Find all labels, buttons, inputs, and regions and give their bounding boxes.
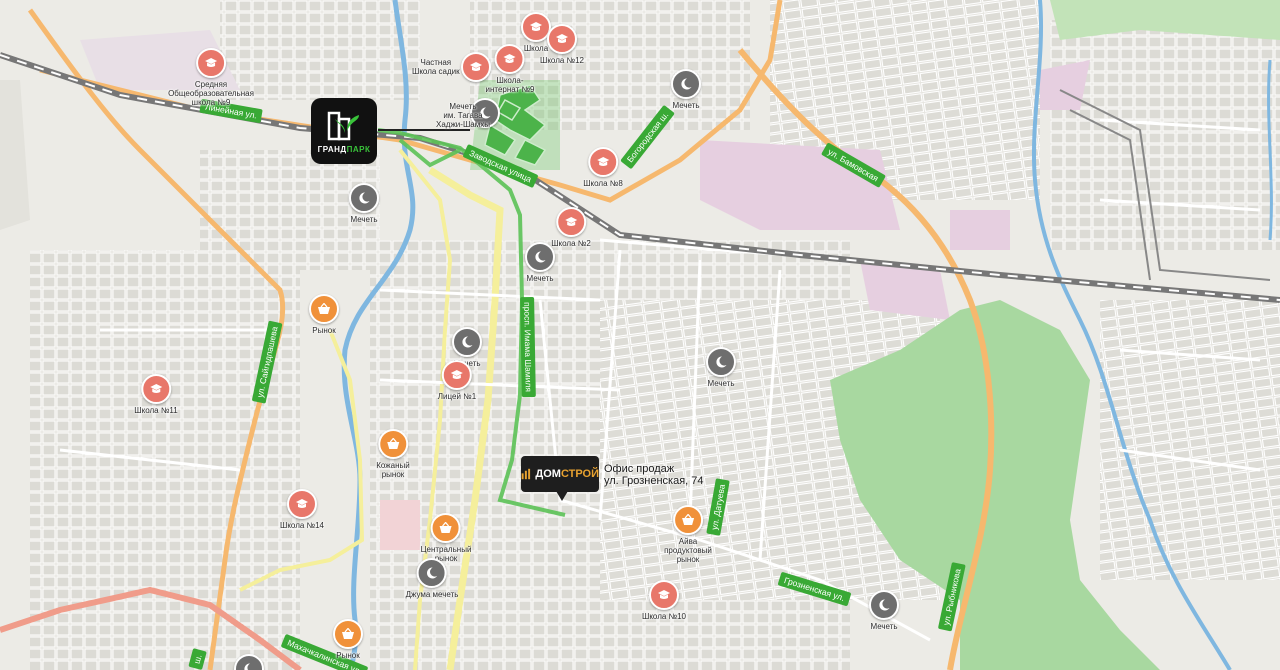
graduation-cap-icon: [450, 370, 463, 379]
poi-label: Частная Школа садик: [412, 58, 460, 76]
poi-mosque[interactable]: Джума мечеть: [405, 558, 459, 599]
poi-school[interactable]: Средняя Общеобразовательная школа №9: [168, 48, 254, 107]
crescent-moon-icon: [879, 599, 890, 611]
poi-label: Джума мечеть: [405, 590, 459, 599]
city-map[interactable]: ГРАНДПАРК ДОМСТРОЙ Офис продаж ул. Грозн…: [0, 0, 1280, 670]
sales-office-caption: Офис продаж ул. Грозненская, 74: [604, 463, 704, 487]
graduation-cap-icon: [504, 54, 516, 63]
basket-icon: [342, 628, 354, 639]
street-label: просп. Имама Шамиля: [520, 296, 536, 398]
graduation-cap-icon: [596, 157, 609, 166]
poi-label: Школа №10: [641, 612, 687, 621]
crescent-moon-icon: [716, 356, 727, 368]
crescent-moon-icon: [535, 251, 546, 263]
poi-mosque[interactable]: Мечеть: [869, 590, 899, 631]
poi-market[interactable]: Айва продуктовый рынок: [664, 505, 712, 564]
graduation-cap-icon: [295, 499, 308, 508]
poi-school[interactable]: Школа №8: [583, 147, 623, 188]
poi-label: Рынок: [312, 326, 336, 335]
domstroy-marker[interactable]: ДОМСТРОЙ: [521, 456, 599, 492]
basket-icon: [439, 522, 452, 533]
poi-label: Школа №12: [539, 56, 585, 65]
poi-school[interactable]: Школа №12: [540, 24, 584, 65]
poi-label: Школа №14: [279, 521, 325, 530]
sales-office-title: Офис продаж: [604, 463, 675, 475]
poi-label: Мечеть: [870, 622, 898, 631]
basket-icon: [387, 438, 399, 449]
poi-label: Мечеть: [707, 379, 735, 388]
poi-mosque[interactable]: [234, 654, 264, 670]
domstroy-pointer: [556, 491, 568, 501]
poi-label: Школа №2: [551, 239, 591, 248]
poi-label: Школа №8: [583, 179, 623, 188]
graduation-cap-icon: [555, 34, 568, 43]
grandpark-marker[interactable]: ГРАНДПАРК: [311, 98, 377, 164]
poi-school[interactable]: Лицей №1: [438, 360, 476, 401]
poi-label: Кожаный рынок: [376, 461, 410, 479]
grandpark-logo-icon: [327, 111, 359, 140]
poi-market[interactable]: Рынок: [333, 619, 363, 660]
sales-office-address: ул. Грозненская, 74: [604, 475, 704, 487]
poi-school[interactable]: Школа №2: [551, 207, 591, 248]
graduation-cap-icon: [205, 58, 217, 67]
poi-label: Школа- интернат №9: [485, 76, 535, 94]
graduation-cap-icon: [470, 62, 482, 71]
poi-label: Мечеть: [350, 215, 378, 224]
domstroy-logo-icon: [521, 468, 531, 480]
domstroy-title: ДОМСТРОЙ: [535, 468, 599, 480]
poi-label: Мечеть: [526, 274, 554, 283]
poi-label: Средняя Общеобразовательная школа №9: [168, 80, 254, 107]
poi-label: Школа №11: [134, 406, 178, 415]
poi-label: Лицей №1: [437, 392, 477, 401]
poi-label: Рынок: [336, 651, 360, 660]
basket-icon: [318, 303, 330, 314]
crescent-moon-icon: [462, 336, 473, 348]
basket-icon: [682, 514, 694, 525]
poi-market[interactable]: Рынок: [309, 294, 339, 335]
poi-label: Мечеть: [672, 101, 700, 110]
crescent-moon-icon: [244, 663, 250, 670]
poi-market[interactable]: Центральный рынок: [421, 513, 471, 563]
grandpark-title: ГРАНДПАРК: [317, 144, 371, 154]
poi-school[interactable]: Школа №14: [280, 489, 324, 530]
poi-school[interactable]: Школа №10: [642, 580, 686, 621]
poi-market[interactable]: Кожаный рынок: [376, 429, 410, 479]
crescent-moon-icon: [359, 192, 370, 204]
poi-mosque[interactable]: Мечеть: [349, 183, 379, 224]
graduation-cap-icon: [149, 384, 162, 393]
poi-mosque[interactable]: Мечеть: [525, 242, 555, 283]
poi-label: Мечеть им. Тагава Хаджи-Шамхы: [436, 102, 490, 129]
crescent-moon-icon: [427, 567, 438, 579]
crescent-moon-icon: [681, 78, 692, 90]
graduation-cap-icon: [657, 590, 670, 599]
poi-school[interactable]: Школа- интернат №9: [485, 44, 535, 94]
poi-mosque[interactable]: Мечеть: [706, 347, 736, 388]
graduation-cap-icon: [564, 217, 577, 226]
poi-mosque[interactable]: Мечеть: [671, 69, 701, 110]
poi-label: Айва продуктовый рынок: [664, 537, 712, 564]
poi-school[interactable]: Школа №11: [134, 374, 178, 415]
